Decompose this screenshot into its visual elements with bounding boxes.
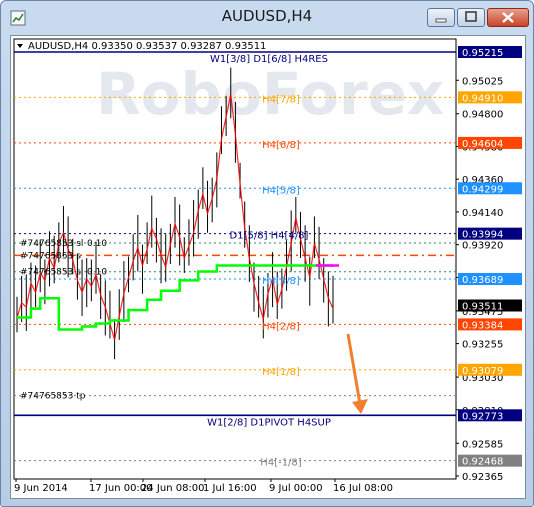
maximize-button[interactable] bbox=[457, 8, 485, 27]
level-label: H4[-1/8] bbox=[260, 458, 301, 469]
chart-window: AUDUSD,H4 RoboForex W1[3/8] D1[6/8] H4RE… bbox=[0, 0, 534, 507]
order-label: #74765853 sl bbox=[20, 268, 83, 278]
order-value: 0.10 bbox=[87, 239, 107, 249]
price-tag-label: 0.93079 bbox=[462, 366, 503, 377]
minimize-button[interactable] bbox=[427, 8, 455, 27]
price-tag-label: 0.94604 bbox=[462, 139, 503, 150]
price-tag-label: 0.95215 bbox=[462, 48, 503, 59]
level-label: H4[6/8] bbox=[262, 140, 300, 151]
price-tag-label: 0.93384 bbox=[462, 320, 503, 331]
y-tick-label: 0.93255 bbox=[462, 340, 503, 351]
x-tick-label: 1 Jul 16:00 bbox=[203, 483, 257, 494]
order-label: #74765853 s bbox=[20, 251, 81, 261]
price-tag-label: 0.94299 bbox=[462, 184, 503, 195]
level-label: H4[1/8] bbox=[262, 367, 300, 378]
order-value: 0.10 bbox=[87, 268, 107, 278]
y-tick-label: 0.95025 bbox=[462, 76, 503, 87]
level-label: H4[5/8] bbox=[262, 185, 300, 196]
level-label: W1[3/8] D1[6/8] H4RES bbox=[210, 54, 328, 65]
level-label: W1[2/8] D1PIVOT H4SUP bbox=[207, 417, 331, 428]
price-tag-label: 0.92468 bbox=[462, 457, 503, 468]
title-bar[interactable]: AUDUSD,H4 bbox=[1, 1, 533, 35]
chart-frame[interactable]: RoboForex W1[3/8] D1[6/8] H4RES H4[7/8] H4… bbox=[10, 35, 526, 499]
x-tick-label: 9 Jul 00:00 bbox=[269, 483, 323, 494]
level-label: D1[5/8] H4[4/8] bbox=[230, 231, 309, 242]
price-tag-label: 0.93511 bbox=[462, 302, 503, 313]
x-tick-label: 9 Jun 2014 bbox=[14, 483, 68, 494]
level-label: H4[2/8] bbox=[262, 321, 300, 332]
price-tag-label: 0.93689 bbox=[462, 275, 503, 286]
price-chart[interactable]: RoboForex W1[3/8] D1[6/8] H4RESH4[7/8]H4… bbox=[11, 36, 525, 498]
x-tick-label: 16 Jul 08:00 bbox=[333, 483, 393, 494]
maximize-icon bbox=[465, 11, 477, 22]
y-tick-label: 0.93920 bbox=[462, 241, 503, 252]
minimize-icon bbox=[435, 18, 447, 23]
y-tick-label: 0.94800 bbox=[462, 110, 503, 121]
x-tick-label: 24 Jun 08:00 bbox=[141, 483, 205, 494]
order-label: #74765853 sl bbox=[20, 239, 83, 249]
level-label: H4[3/8] bbox=[262, 276, 300, 287]
price-tag-label: 0.94910 bbox=[462, 93, 503, 104]
price-tag-label: 0.93994 bbox=[462, 230, 503, 241]
close-icon bbox=[502, 12, 514, 23]
symbol-info: AUDUSD,H4 0.93350 0.93537 0.93287 0.9351… bbox=[28, 41, 266, 52]
y-tick-label: 0.94140 bbox=[462, 208, 503, 219]
level-label: H4[7/8] bbox=[262, 94, 300, 105]
price-tag-label: 0.92773 bbox=[462, 411, 503, 422]
y-tick-label: 0.92585 bbox=[462, 439, 503, 450]
close-button[interactable] bbox=[487, 8, 529, 27]
order-label: #74765853 tp bbox=[20, 392, 86, 402]
y-tick-label: 0.92365 bbox=[462, 472, 503, 483]
